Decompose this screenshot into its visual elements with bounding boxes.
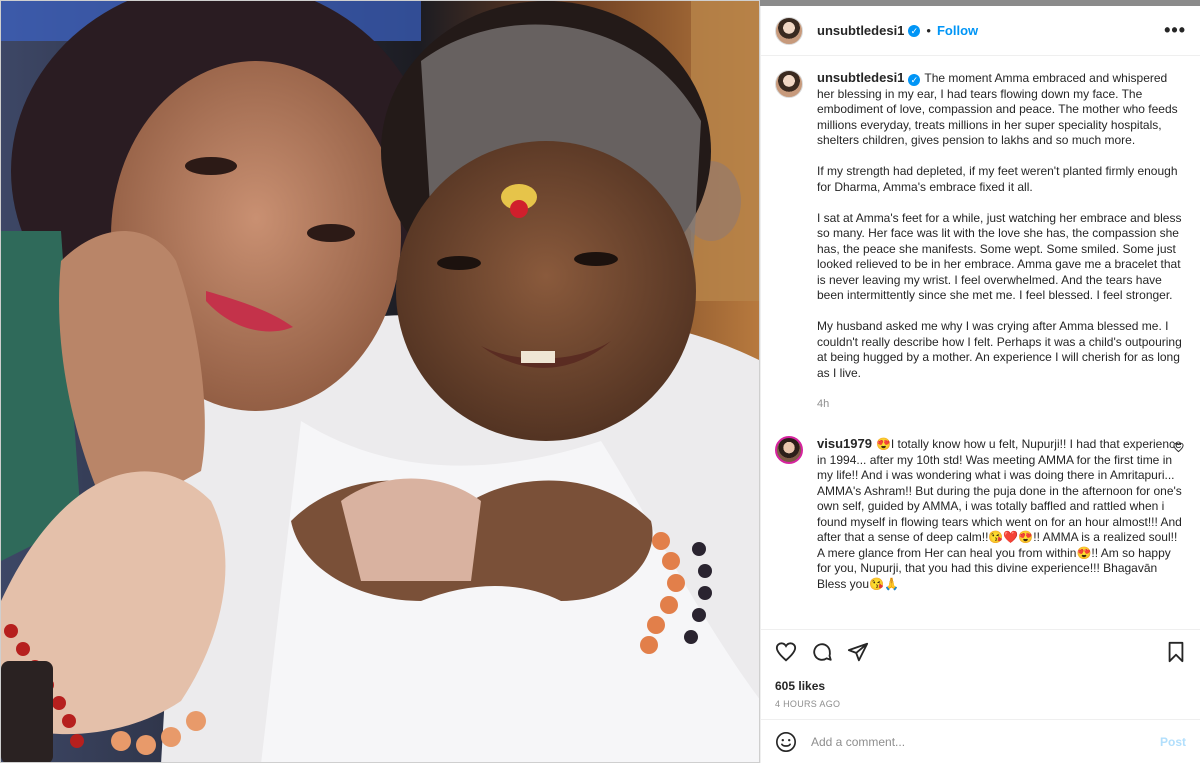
like-heart-icon[interactable] xyxy=(775,641,797,663)
follow-button[interactable]: Follow xyxy=(937,23,978,38)
more-options-icon[interactable]: ••• xyxy=(1164,20,1186,41)
post-photo[interactable] xyxy=(0,0,760,763)
add-comment-input[interactable] xyxy=(811,734,1160,749)
save-bookmark-icon[interactable] xyxy=(1166,641,1186,663)
separator-dot: • xyxy=(926,23,931,38)
share-send-icon[interactable] xyxy=(847,641,869,663)
caption-verified-badge-icon: ✓ xyxy=(908,74,921,86)
caption-paragraph-4: My husband asked me why I was crying aft… xyxy=(817,319,1182,380)
comment-text: 😍I totally know how u felt, Nupurji!! I … xyxy=(817,437,1182,591)
verified-badge-icon: ✓ xyxy=(908,24,921,37)
commenter-username[interactable]: visu1979 xyxy=(817,436,872,451)
post-image xyxy=(1,1,759,762)
comments-scroll-area[interactable]: unsubtledesi1 ✓ The moment Amma embraced a… xyxy=(761,56,1200,629)
caption-paragraph-1: unsubtledesi1 ✓ The moment Amma embraced a… xyxy=(817,70,1184,149)
post-actions-bar xyxy=(761,629,1200,673)
commenter-avatar[interactable] xyxy=(775,436,803,464)
author-avatar[interactable] xyxy=(775,16,803,45)
comment-body: visu1979 😍I totally know how u felt, Nupu… xyxy=(817,436,1184,592)
caption: unsubtledesi1 ✓ The moment Amma embraced a… xyxy=(775,70,1184,412)
likes-count[interactable]: 605 likes xyxy=(761,673,1200,693)
post-details-panel: unsubtledesi1 ✓ • Follow ••• unsubtledes… xyxy=(760,6,1200,763)
author-username[interactable]: unsubtledesi1 xyxy=(817,23,904,38)
add-comment-bar: Post xyxy=(761,719,1200,763)
emoji-smiley-icon[interactable] xyxy=(775,731,797,753)
caption-paragraph-3: I sat at Amma's feet for a while, just w… xyxy=(817,210,1182,303)
posted-timestamp: 4 HOURS AGO xyxy=(775,699,841,709)
like-comment-heart-icon[interactable] xyxy=(1173,440,1184,458)
comment-bubble-icon[interactable] xyxy=(811,641,833,663)
caption-body: unsubtledesi1 ✓ The moment Amma embraced a… xyxy=(817,70,1184,412)
caption-username[interactable]: unsubtledesi1 xyxy=(817,70,904,85)
caption-time[interactable]: 4h xyxy=(817,397,1184,413)
post-comment-button[interactable]: Post xyxy=(1160,735,1186,749)
caption-author-avatar[interactable] xyxy=(775,70,803,98)
post-header: unsubtledesi1 ✓ • Follow ••• xyxy=(761,6,1200,56)
caption-paragraph-2: If my strength had depleted, if my feet … xyxy=(817,164,1178,194)
comment-item: visu1979 😍I totally know how u felt, Nupu… xyxy=(775,436,1184,592)
